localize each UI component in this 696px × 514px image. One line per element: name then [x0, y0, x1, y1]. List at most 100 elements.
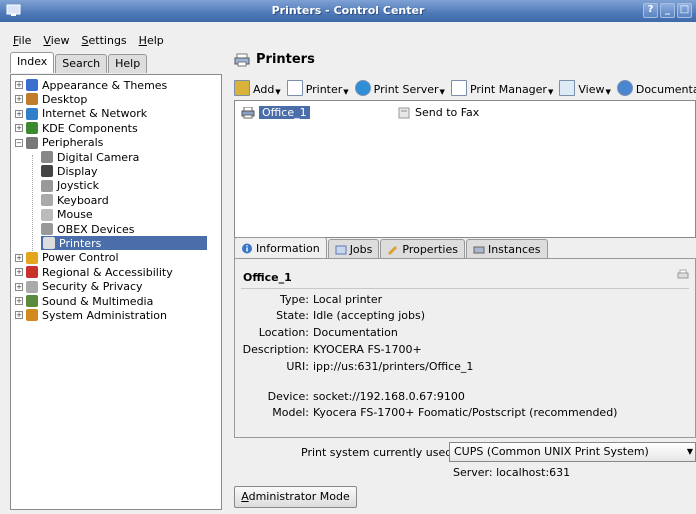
sidebar-item-internet-network[interactable]: + Internet & Network [15, 107, 147, 121]
appearance-icon [26, 79, 38, 91]
network-icon [26, 107, 38, 120]
jobs-icon [335, 245, 347, 254]
tab-index[interactable]: Index [10, 52, 55, 73]
minimize-button[interactable]: _ [660, 3, 675, 18]
collapse-icon[interactable]: − [15, 138, 23, 147]
sidebar-item-printers[interactable]: Printers [41, 236, 207, 251]
tab-information[interactable]: Information [234, 237, 327, 258]
print-icon[interactable] [677, 269, 689, 281]
toolbar-view-button[interactable]: View ▼ [559, 80, 611, 96]
sidebar-item-display[interactable]: Display [41, 164, 98, 178]
expand-icon[interactable]: + [15, 282, 23, 291]
sidebar-item-power-control[interactable]: + Power Control [15, 251, 119, 265]
camera-icon [41, 151, 53, 163]
sidebar-item-peripherals[interactable]: − Peripherals [15, 136, 103, 150]
toolbar-label: Add [253, 83, 275, 96]
printer-list[interactable]: Office_1 Send to Fax [234, 100, 696, 238]
print-system-select[interactable]: CUPS (Common UNIX Print System) ▼ [449, 442, 696, 462]
sidebar-item-obex-devices[interactable]: OBEX Devices [41, 222, 135, 236]
tab-instances[interactable]: Instances [465, 239, 548, 258]
sidebar-item-keyboard[interactable]: Keyboard [41, 193, 109, 207]
info-key: Description: [242, 343, 309, 356]
expand-icon[interactable]: + [15, 109, 23, 118]
chevron-down-icon: ▼ [275, 88, 281, 96]
sidebar-item-sound-multimedia[interactable]: + Sound & Multimedia [15, 294, 153, 308]
info-key: Location: [258, 326, 309, 339]
sidebar-item-mouse[interactable]: Mouse [41, 208, 93, 222]
sidebar-item-security-privacy[interactable]: + Security & Privacy [15, 280, 143, 294]
add-wand-icon [234, 80, 250, 96]
maximize-button[interactable]: □ [677, 3, 692, 18]
toolbar-add-button[interactable]: Add ▼ [234, 80, 281, 96]
view-icon [559, 80, 576, 96]
expand-icon[interactable]: + [15, 124, 23, 133]
toolbar-print-manager-button[interactable]: Print Manager ▼ [450, 80, 553, 96]
print-system-value: CUPS (Common UNIX Print System) [454, 445, 649, 458]
printer-label: Office_1 [259, 106, 310, 119]
info-tabs: Information Jobs Properties Instances [234, 237, 549, 258]
expand-icon[interactable]: + [15, 95, 23, 104]
expand-icon[interactable]: + [15, 268, 23, 277]
expand-icon[interactable]: + [15, 311, 23, 320]
sidebar-item-label: KDE Components [42, 121, 138, 135]
title-bar: Printers - Control Center ? _ □ [0, 0, 696, 22]
info-value: ipp://us:631/printers/Office_1 [313, 360, 474, 373]
info-row-description: Description: KYOCERA FS-1700+ [235, 343, 695, 357]
printer-icon [43, 237, 55, 250]
kde-components-icon [26, 122, 38, 135]
toolbar-label: View [578, 83, 605, 96]
security-icon [26, 280, 38, 293]
sidebar-item-label: Sound & Multimedia [42, 294, 154, 308]
toolbar-printer-button[interactable]: Printer ▼ [286, 80, 349, 96]
expand-icon[interactable]: + [15, 81, 23, 89]
properties-icon [388, 245, 398, 255]
page-title: Printers [234, 52, 315, 67]
tab-properties[interactable]: Properties [380, 239, 465, 258]
printer-label: Send to Fax [415, 106, 480, 119]
menu-file[interactable]: File [13, 34, 31, 50]
sidebar-item-system-administration[interactable]: + System Administration [15, 308, 167, 322]
sidebar-item-regional-accessibility[interactable]: + Regional & Accessibility [15, 265, 173, 279]
sidebar-item-label: Display [57, 164, 98, 178]
info-row-location: Location: Documentation [235, 326, 695, 340]
expand-icon[interactable]: + [15, 253, 23, 262]
list-item-office1[interactable]: Office_1 [241, 106, 310, 119]
info-row-type: Type: Local printer [235, 293, 695, 307]
printer-icon [241, 106, 255, 118]
administrator-mode-button[interactable]: Administrator Mode [234, 486, 357, 508]
print-server-icon [354, 80, 371, 96]
panel-title-label: Printers [256, 52, 315, 67]
menu-help[interactable]: Help [139, 34, 164, 50]
sidebar-item-joystick[interactable]: Joystick [41, 179, 99, 193]
sidebar-item-appearance-themes[interactable]: + Appearance & Themes [15, 78, 167, 92]
tab-help[interactable]: Help [108, 54, 148, 73]
info-value: KYOCERA FS-1700+ [313, 343, 422, 356]
info-value: Documentation [313, 326, 398, 339]
expand-icon[interactable]: + [15, 297, 23, 305]
fax-icon [398, 107, 410, 118]
toolbar-label: Print Manager [469, 83, 547, 96]
menu-view[interactable]: View [43, 34, 69, 50]
tab-jobs[interactable]: Jobs [327, 239, 380, 258]
info-key: Device: [267, 390, 309, 403]
tree-guide-line [32, 155, 33, 251]
sidebar-item-digital-camera[interactable]: Digital Camera [41, 150, 139, 164]
printer-doc-icon [286, 80, 303, 96]
help-window-button[interactable]: ? [643, 3, 658, 18]
tab-search[interactable]: Search [55, 54, 108, 73]
toolbar-print-server-button[interactable]: Print Server ▼ [354, 80, 445, 96]
sidebar-item-kde-components[interactable]: + KDE Components [15, 121, 138, 135]
list-item-fax[interactable]: Send to Fax [397, 106, 479, 119]
print-system-label: Print system currently used: [301, 446, 456, 459]
info-row-uri: URI: ipp://us:631/printers/Office_1 [235, 360, 695, 374]
mouse-icon [41, 208, 53, 221]
sidebar-item-desktop[interactable]: + Desktop [15, 92, 87, 106]
menu-settings[interactable]: Settings [82, 34, 127, 50]
toolbar-documentation-button[interactable]: Documentation▼ [616, 80, 696, 96]
info-key: URI: [286, 360, 309, 373]
info-row-state: State: Idle (accepting jobs) [235, 309, 695, 323]
module-tree[interactable]: + Appearance & Themes + Desktop + Internet & … [10, 74, 222, 510]
info-value: Idle (accepting jobs) [313, 309, 426, 322]
sidebar-item-label: OBEX Devices [57, 222, 135, 236]
desktop-icon [26, 93, 38, 106]
